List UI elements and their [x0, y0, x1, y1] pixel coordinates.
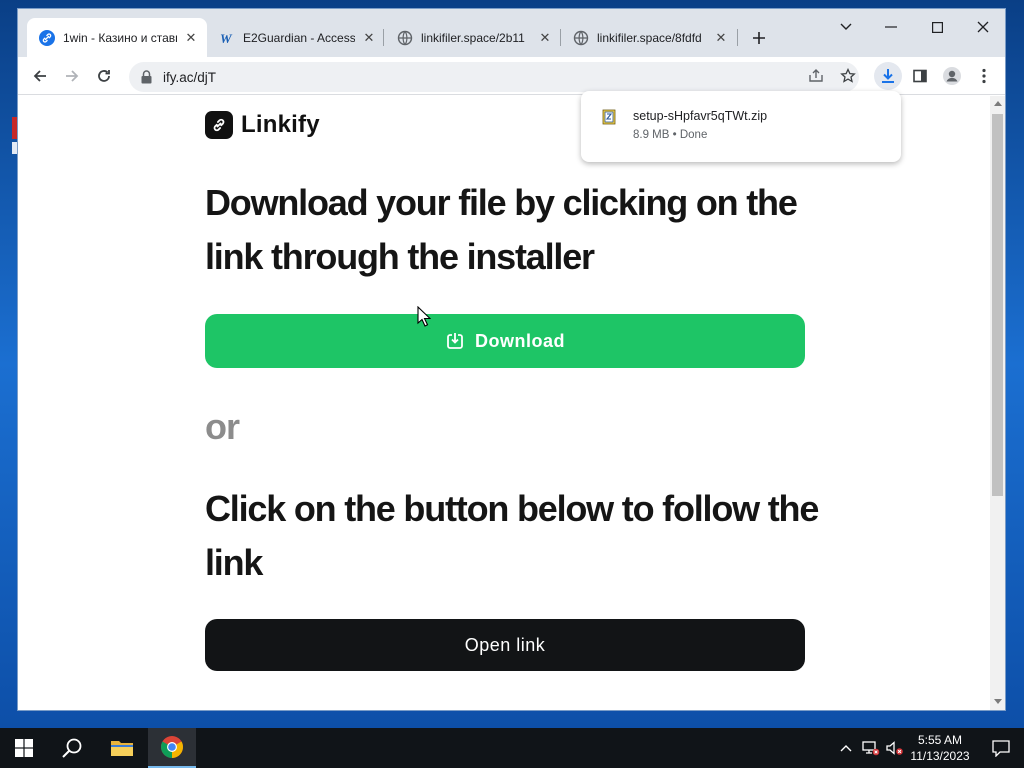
open-link-button[interactable]: Open link [205, 619, 805, 671]
link-logo-icon [205, 111, 233, 139]
notification-icon [992, 739, 1010, 757]
scroll-down-arrow[interactable] [990, 699, 1005, 709]
download-button-label: Download [475, 330, 565, 351]
globe-icon [397, 30, 413, 46]
logo-text: Linkify [241, 111, 320, 138]
start-button[interactable] [0, 728, 48, 768]
reload-icon [98, 70, 110, 82]
tab-separator [383, 29, 384, 46]
star-icon [840, 68, 856, 83]
tab-e2guardian[interactable]: W E2Guardian - Access Denied ✕ [207, 18, 385, 57]
menu-button[interactable] [970, 62, 998, 90]
globe-icon [573, 30, 589, 46]
forward-button[interactable] [58, 62, 86, 90]
tab-1win[interactable]: 1win - Казино и ставки ✕ [27, 18, 207, 57]
tab-search-button[interactable] [831, 15, 861, 39]
tab-linkifiler-1[interactable]: linkifiler.space/2b11 ✕ [385, 18, 561, 57]
file-explorer-button[interactable] [98, 728, 146, 768]
address-text[interactable]: ify.ac/djT [163, 70, 216, 85]
minimize-button[interactable] [876, 15, 906, 39]
arrow-left-icon [33, 70, 46, 82]
close-icon[interactable]: ✕ [183, 30, 199, 46]
volume-button[interactable] [884, 728, 906, 768]
download-bubble: setup-sHpfavr5qTWt.zip 8.9 MB • Done [581, 91, 901, 162]
download-status: 8.9 MB • Done [633, 129, 708, 141]
scroll-thumb[interactable] [992, 114, 1003, 496]
close-icon[interactable]: ✕ [537, 30, 553, 46]
scroll-up-arrow[interactable] [990, 100, 1005, 110]
tab-title: linkifiler.space/2b11 [421, 30, 525, 45]
browser-window: 1win - Казино и ставки ✕ W E2Guardian - … [17, 8, 1006, 711]
mouse-cursor-icon [417, 306, 431, 327]
minimize-icon [885, 26, 897, 28]
notifications-button[interactable] [978, 728, 1024, 768]
tray-overflow-button[interactable] [836, 728, 856, 768]
tab-title: linkifiler.space/8fdfd [597, 30, 702, 45]
headline-download: Download your file by clicking on the li… [205, 182, 798, 277]
network-icon [862, 741, 880, 756]
close-window-button[interactable] [968, 15, 998, 39]
svg-text:W: W [220, 31, 233, 46]
side-panel-button[interactable] [906, 62, 934, 90]
download-button[interactable]: Download [205, 314, 805, 368]
vertical-scrollbar[interactable] [990, 96, 1005, 710]
link-icon [39, 29, 55, 46]
volume-muted-icon [886, 741, 903, 755]
kebab-menu-icon [982, 68, 986, 84]
chrome-taskbar-button[interactable] [148, 728, 196, 768]
clock-time: 5:55 AM [917, 733, 963, 747]
headline-follow-link: Click on the button below to follow the … [205, 488, 819, 583]
close-icon[interactable]: ✕ [713, 30, 729, 46]
close-icon[interactable]: ✕ [361, 30, 377, 46]
search-button[interactable] [48, 728, 96, 768]
chevron-up-icon [840, 745, 852, 752]
avatar-icon [943, 67, 961, 85]
download-file-name[interactable]: setup-sHpfavr5qTWt.zip [633, 109, 767, 123]
search-icon [62, 738, 82, 758]
tab-strip: 1win - Казино и ставки ✕ W E2Guardian - … [18, 9, 1005, 57]
folder-icon [111, 741, 133, 756]
clock-date: 11/13/2023 [910, 749, 970, 763]
side-panel-icon [913, 69, 927, 83]
download-icon [882, 69, 894, 83]
lock-icon [139, 69, 153, 85]
windows-logo-icon [15, 739, 33, 757]
tab-separator [737, 29, 738, 46]
downloads-button[interactable] [874, 62, 902, 90]
logo[interactable]: Linkify [205, 111, 320, 139]
tab-title: 1win - Казино и ставки [63, 30, 177, 45]
tab-title: E2Guardian - Access Denied [243, 30, 355, 45]
bookmark-button[interactable] [834, 62, 862, 90]
zip-file-icon[interactable] [600, 108, 618, 126]
download-icon [445, 331, 465, 351]
page-content: Linkify Download your file by clicking o… [18, 96, 990, 710]
browser-toolbar: ify.ac/djT [18, 57, 1005, 95]
chevron-down-icon [840, 23, 852, 30]
network-button[interactable] [860, 728, 882, 768]
reload-button[interactable] [90, 62, 118, 90]
chrome-icon [161, 736, 183, 758]
back-button[interactable] [26, 62, 54, 90]
share-icon [809, 69, 823, 82]
profile-button[interactable] [938, 62, 966, 90]
maximize-button[interactable] [922, 15, 952, 39]
or-separator: or [205, 406, 240, 447]
tab-linkifiler-2[interactable]: linkifiler.space/8fdfd ✕ [561, 18, 737, 57]
system-clock[interactable]: 5:55 AM 11/13/2023 [904, 732, 976, 764]
w-icon: W [219, 30, 235, 46]
close-icon [977, 21, 989, 33]
arrow-right-icon [66, 70, 79, 82]
maximize-icon [931, 21, 943, 33]
taskbar: 5:55 AM 11/13/2023 [0, 728, 1024, 768]
plus-icon [753, 32, 765, 44]
share-button[interactable] [802, 62, 830, 90]
new-tab-button[interactable] [747, 26, 771, 50]
open-link-label: Open link [464, 634, 546, 655]
address-bar[interactable]: ify.ac/djT [129, 62, 859, 92]
